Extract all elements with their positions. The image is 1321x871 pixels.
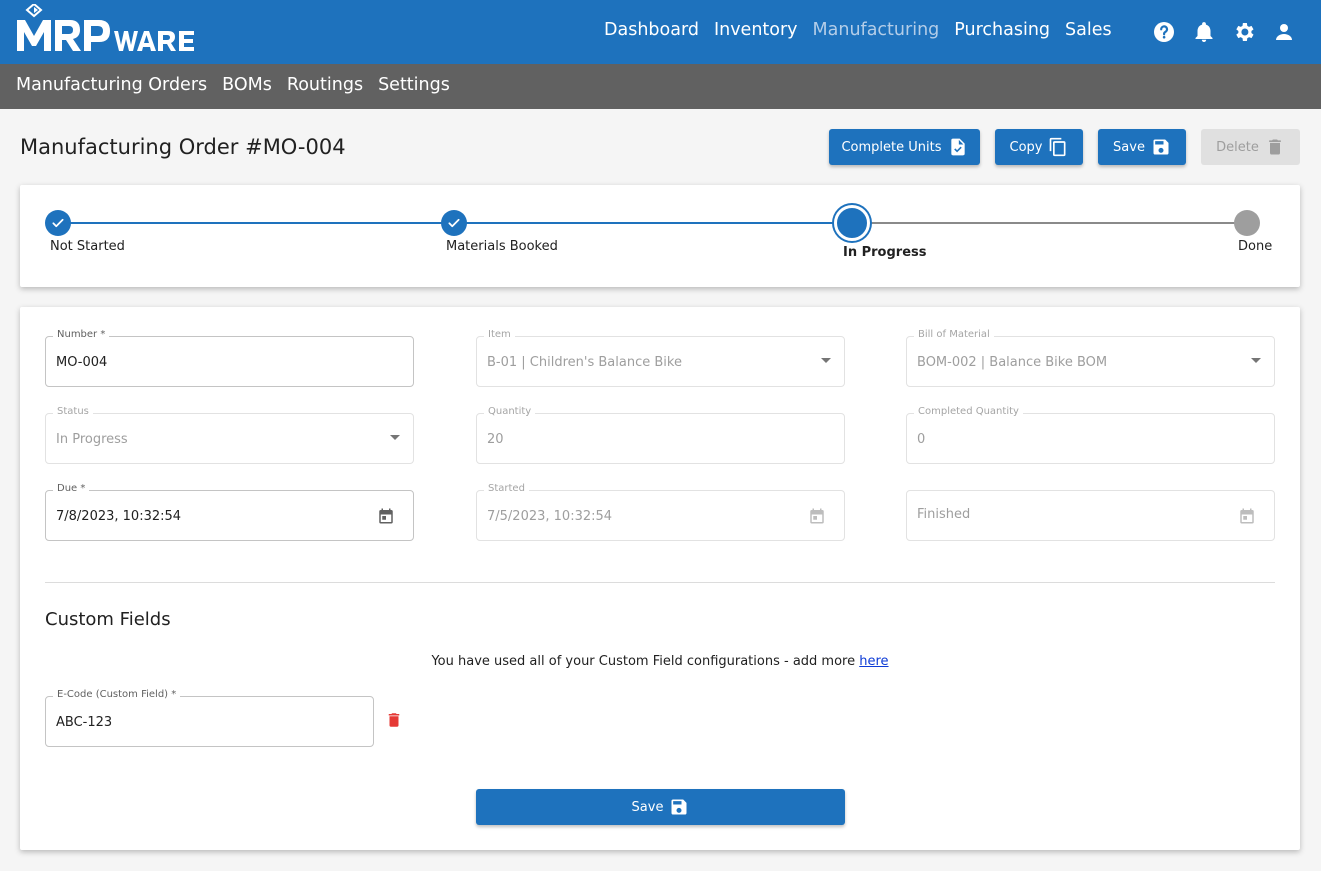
status-label: Status — [53, 406, 93, 417]
completed-quantity-field[interactable]: Completed Quantity 0 — [906, 406, 1275, 464]
bom-value: BOM-002 | Balance Bike BOM — [917, 355, 1108, 370]
calendar-icon[interactable] — [1238, 507, 1256, 525]
ecode-field[interactable]: E-Code (Custom Field) * ABC-123 — [45, 689, 374, 747]
step-connector-1 — [58, 222, 454, 224]
form-save-label: Save — [631, 799, 664, 815]
nav-dashboard[interactable]: Dashboard — [604, 20, 699, 40]
ecode-label: E-Code (Custom Field) * — [53, 689, 181, 700]
save-button[interactable]: Save — [1098, 129, 1186, 165]
sub-nav-bar: Manufacturing Orders BOMs Routings Setti… — [0, 64, 1321, 109]
number-label: Number * — [53, 329, 110, 340]
step-done-label: Done — [1238, 239, 1273, 254]
save-label: Save — [1113, 139, 1145, 155]
number-value: MO-004 — [56, 355, 108, 370]
bell-icon[interactable] — [1192, 20, 1216, 44]
quantity-field[interactable]: Quantity 20 — [476, 406, 845, 464]
mrpware-logo[interactable] — [14, 4, 208, 56]
step-connector-2 — [454, 222, 852, 224]
copy-label: Copy — [1009, 139, 1043, 155]
step-materials-booked-label: Materials Booked — [446, 239, 558, 254]
started-label: Started — [484, 483, 529, 494]
completed-quantity-value: 0 — [917, 432, 926, 447]
custom-fields-title: Custom Fields — [45, 609, 171, 630]
sub-nav: Manufacturing Orders BOMs Routings Setti… — [16, 75, 450, 95]
main-nav: Dashboard Inventory Manufacturing Purcha… — [604, 20, 1112, 40]
user-icon[interactable] — [1272, 20, 1296, 44]
floppy-icon — [1153, 139, 1169, 155]
subnav-manufacturing-orders[interactable]: Manufacturing Orders — [16, 75, 207, 95]
due-label: Due * — [53, 483, 90, 494]
finished-placeholder: Finished — [917, 507, 971, 522]
ecode-value: ABC-123 — [56, 715, 113, 730]
status-select[interactable]: Status In Progress — [45, 406, 414, 464]
gear-icon[interactable] — [1232, 20, 1256, 44]
manufacturing-order-form: Number * MO-004 Item B-01 | Children's B… — [20, 307, 1300, 850]
quantity-label: Quantity — [484, 406, 536, 417]
step-materials-booked-dot[interactable] — [441, 210, 467, 236]
due-date-field[interactable]: Due * 7/8/2023, 10:32:54 — [45, 483, 414, 541]
form-save-button[interactable]: Save — [476, 789, 845, 825]
custom-fields-note-text: You have used all of your Custom Field c… — [431, 654, 860, 669]
step-in-progress-dot[interactable] — [834, 205, 870, 241]
complete-units-button[interactable]: Complete Units — [829, 129, 980, 165]
check-icon — [448, 218, 460, 228]
add-more-link[interactable]: here — [859, 654, 888, 669]
page-title: Manufacturing Order #MO-004 — [20, 135, 346, 159]
chevron-down-icon — [390, 435, 400, 440]
status-stepper: Not Started Materials Booked In Progress… — [20, 185, 1300, 287]
top-app-bar: Dashboard Inventory Manufacturing Purcha… — [0, 0, 1321, 64]
subnav-settings[interactable]: Settings — [378, 75, 450, 95]
check-icon — [52, 218, 64, 228]
item-label: Item — [484, 329, 515, 340]
nav-purchasing[interactable]: Purchasing — [954, 20, 1050, 40]
step-done-dot[interactable] — [1234, 210, 1260, 236]
item-select[interactable]: Item B-01 | Children's Balance Bike — [476, 329, 845, 387]
calendar-icon[interactable] — [377, 507, 395, 525]
due-value: 7/8/2023, 10:32:54 — [56, 509, 182, 524]
complete-units-label: Complete Units — [841, 139, 942, 155]
copy-button[interactable]: Copy — [995, 129, 1083, 165]
delete-custom-field-icon[interactable] — [385, 710, 403, 730]
item-value: B-01 | Children's Balance Bike — [487, 355, 682, 370]
nav-sales[interactable]: Sales — [1065, 20, 1112, 40]
help-icon[interactable] — [1152, 20, 1176, 44]
subnav-boms[interactable]: BOMs — [222, 75, 272, 95]
delete-label: Delete — [1216, 139, 1259, 155]
started-value: 7/5/2023, 10:32:54 — [487, 509, 613, 524]
chevron-down-icon — [1251, 358, 1261, 363]
nav-inventory[interactable]: Inventory — [714, 20, 798, 40]
floppy-icon — [671, 799, 687, 815]
bom-select[interactable]: Bill of Material BOM-002 | Balance Bike … — [906, 329, 1275, 387]
top-icon-group — [1152, 20, 1296, 44]
calendar-icon[interactable] — [808, 507, 826, 525]
trash-icon — [1269, 139, 1281, 155]
finished-date-field[interactable]: Finished — [906, 490, 1275, 541]
custom-fields-note: You have used all of your Custom Field c… — [20, 654, 1300, 669]
started-date-field[interactable]: Started 7/5/2023, 10:32:54 — [476, 483, 845, 541]
status-value: In Progress — [56, 432, 128, 447]
subnav-routings[interactable]: Routings — [287, 75, 363, 95]
step-connector-3 — [852, 222, 1247, 224]
step-in-progress-label: In Progress — [843, 245, 927, 260]
section-divider — [45, 582, 1275, 583]
step-not-started-dot[interactable] — [45, 210, 71, 236]
file-check-icon — [950, 138, 965, 156]
delete-button[interactable]: Delete — [1201, 129, 1300, 165]
number-field[interactable]: Number * MO-004 — [45, 329, 414, 387]
nav-manufacturing[interactable]: Manufacturing — [813, 20, 940, 40]
quantity-value: 20 — [487, 432, 504, 447]
copy-icon — [1050, 137, 1066, 157]
bom-label: Bill of Material — [914, 329, 994, 340]
step-not-started-label: Not Started — [50, 239, 125, 254]
completed-quantity-label: Completed Quantity — [914, 406, 1023, 417]
chevron-down-icon — [821, 358, 831, 363]
